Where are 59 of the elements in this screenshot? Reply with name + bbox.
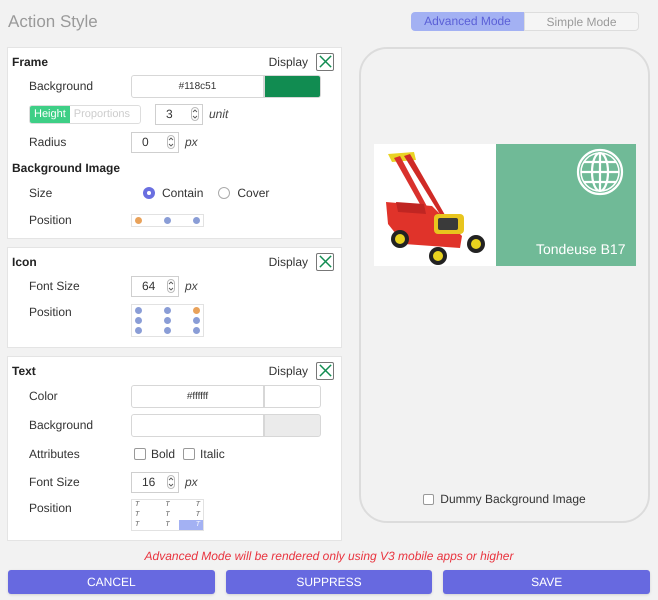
spinner-icon[interactable] (167, 135, 175, 149)
unit-label: px (185, 278, 198, 295)
field-label: Size (29, 185, 54, 202)
color-value-field[interactable] (131, 414, 264, 436)
color-swatch[interactable] (264, 74, 321, 98)
checkbox[interactable] (183, 448, 196, 460)
field-label: Radius (29, 134, 68, 151)
color-value-field[interactable]: #ffffff (131, 384, 264, 408)
checkbox[interactable] (423, 494, 434, 504)
radio-button[interactable] (143, 187, 155, 199)
checkbox[interactable] (134, 448, 146, 460)
section-heading: Frame (12, 54, 48, 70)
checkbox-label: Italic (200, 446, 225, 463)
page-title: Action Style (8, 11, 98, 33)
field-label: Background (29, 417, 94, 434)
unit-label: px (185, 134, 198, 151)
spinner-icon[interactable] (167, 279, 175, 293)
spinner-icon[interactable] (191, 107, 199, 121)
radio-button[interactable] (218, 187, 230, 199)
color-swatch[interactable] (264, 414, 321, 436)
field-label: Position (29, 500, 73, 517)
radio-label: Cover (237, 185, 270, 202)
checkbox-label: Dummy Background Image (440, 491, 586, 508)
unit-label: px (185, 474, 198, 491)
check-x-icon (318, 254, 332, 269)
display-label: Display (268, 254, 308, 270)
display-label: Display (268, 362, 308, 380)
checkbox-label: Bold (151, 446, 176, 463)
field-label: Font Size (29, 278, 81, 295)
section-heading: Background Image (12, 160, 120, 176)
action-button[interactable]: CANCEL (8, 570, 215, 594)
number-field[interactable]: 16 (131, 472, 179, 492)
check-x-icon (318, 363, 332, 378)
field-label: Attributes (29, 446, 81, 463)
display-checkbox[interactable] (316, 52, 334, 70)
color-swatch[interactable] (264, 384, 321, 408)
tile-caption: Tondeuse B17 (536, 240, 626, 259)
unit-label: unit (209, 106, 228, 123)
field-label: Position (29, 212, 73, 229)
field-label: Background (29, 78, 94, 95)
field-label: Font Size (29, 474, 81, 491)
action-button[interactable]: SUPPRESS (226, 570, 432, 594)
field-label: Color (29, 388, 59, 405)
section-heading: Icon (12, 254, 37, 270)
action-button[interactable]: SAVE (443, 570, 650, 594)
display-label: Display (268, 54, 308, 70)
globe-icon (576, 148, 624, 196)
number-field[interactable]: 3 (155, 104, 203, 124)
display-checkbox[interactable] (316, 252, 334, 270)
number-field[interactable]: 64 (131, 276, 179, 296)
display-checkbox[interactable] (316, 362, 334, 380)
number-field[interactable]: 0 (131, 132, 179, 152)
warning-text: Advanced Mode will be rendered only using V3 mobile apps or higher (143, 548, 515, 565)
section-heading: Text (12, 362, 36, 380)
spinner-icon[interactable] (167, 475, 175, 489)
radio-label: Contain (162, 185, 204, 202)
check-x-icon (318, 54, 332, 69)
field-label: Position (29, 304, 73, 321)
color-value-field[interactable]: #118c51 (131, 74, 264, 98)
